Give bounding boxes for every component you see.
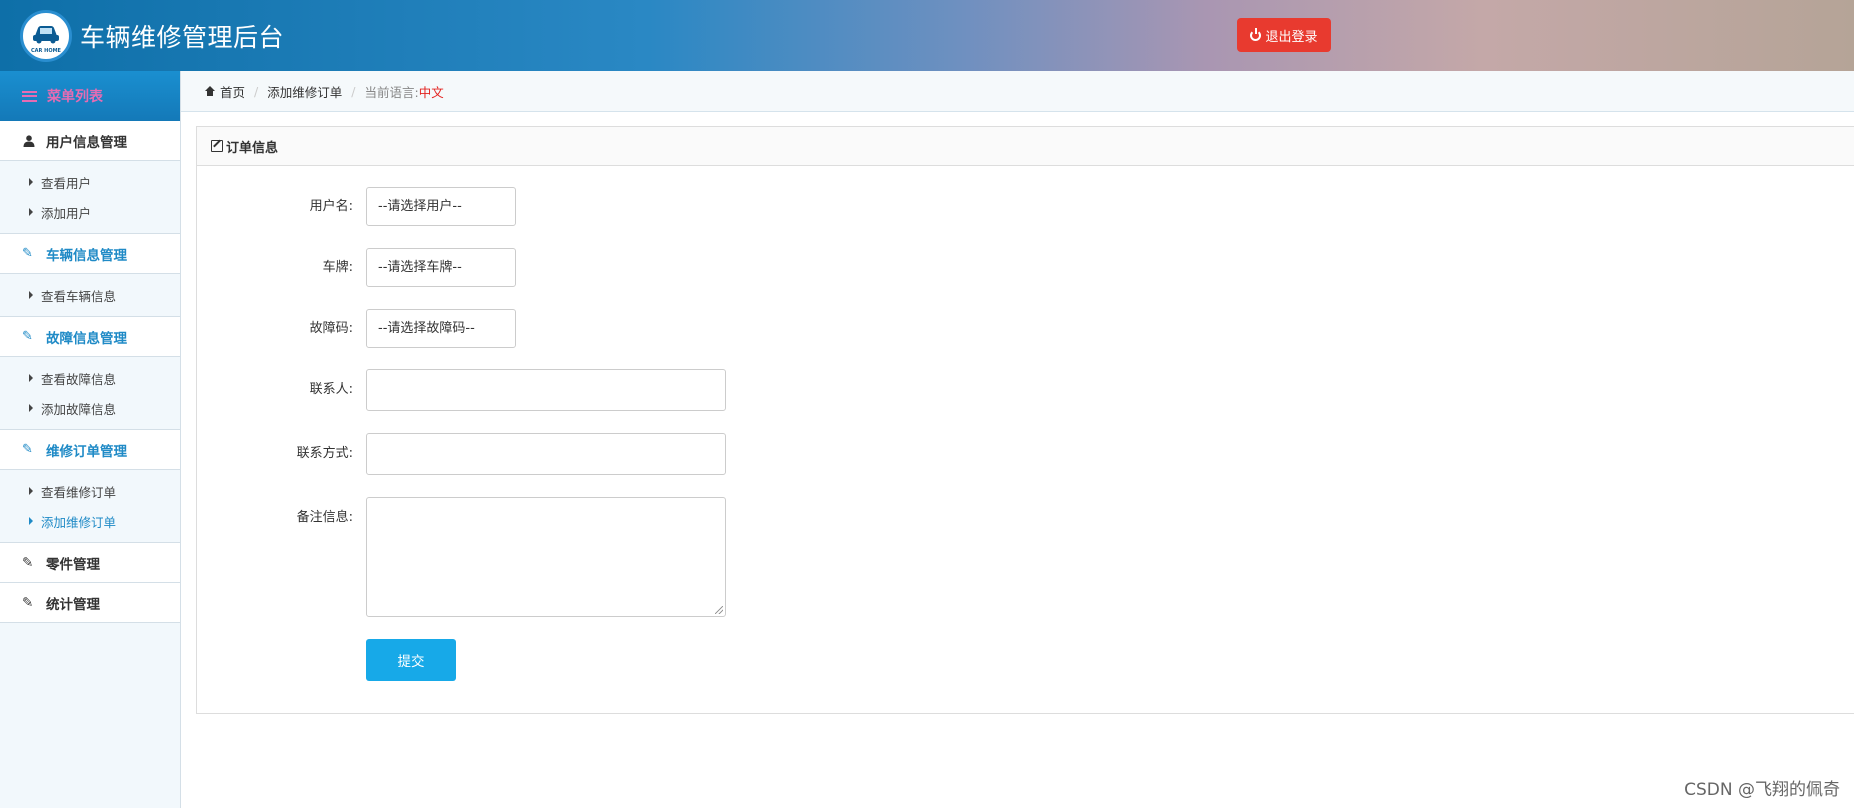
top-header: CAR HOME 车辆维修管理后台 退出登录 [0, 0, 1854, 71]
sidebar-item-label: 添加维修订单 [41, 514, 117, 530]
sidebar-item-add-fault[interactable]: 添加故障信息 [0, 393, 180, 423]
breadcrumb-current: 添加维修订单 [267, 84, 343, 100]
watermark: CSDN @飞翔的佩奇 [1684, 780, 1840, 800]
username-select[interactable]: --请选择用户-- [366, 187, 516, 226]
caret-right-icon [29, 178, 33, 186]
caret-right-icon [29, 208, 33, 216]
caret-right-icon [29, 291, 33, 299]
menu-group-title-users[interactable]: 用户信息管理 [0, 121, 180, 161]
app-logo: CAR HOME [20, 10, 72, 62]
menu-group-faults: ✎ 故障信息管理 查看故障信息 添加故障信息 [0, 317, 180, 430]
panel-header: 订单信息 [197, 127, 1854, 166]
phone-label: 联系方式: [296, 446, 353, 461]
logout-label: 退出登录 [1265, 29, 1318, 45]
user-icon [23, 134, 35, 147]
menu-group-label: 用户信息管理 [46, 134, 127, 151]
power-icon [1250, 27, 1262, 41]
sidebar-item-view-vehicles[interactable]: 查看车辆信息 [0, 280, 180, 310]
plate-select[interactable]: --请选择车牌-- [366, 248, 516, 287]
sidebar-item-add-order[interactable]: 添加维修订单 [0, 506, 180, 536]
edit-icon: ✎ [22, 329, 33, 344]
sidebar-item-label: 统计管理 [46, 596, 100, 613]
phone-input[interactable] [366, 433, 726, 475]
plate-label: 车牌: [322, 260, 353, 275]
edit-icon: ✎ [22, 594, 34, 611]
menu-group-label: 维修订单管理 [46, 443, 127, 460]
menu-group-orders: ✎ 维修订单管理 查看维修订单 添加维修订单 [0, 430, 180, 543]
remark-label: 备注信息: [296, 510, 353, 525]
breadcrumb-separator: / [351, 83, 356, 99]
breadcrumb-home-link[interactable]: 首页 [220, 82, 245, 101]
menu-group-title-faults[interactable]: ✎ 故障信息管理 [0, 317, 180, 357]
menu-group-users: 用户信息管理 查看用户 添加用户 [0, 121, 180, 234]
language-label: 当前语言: [364, 84, 419, 100]
menu-group-title-vehicles[interactable]: ✎ 车辆信息管理 [0, 234, 180, 274]
home-icon [205, 86, 215, 96]
menu-group-vehicles: ✎ 车辆信息管理 查看车辆信息 [0, 234, 180, 317]
caret-right-icon [29, 404, 33, 412]
edit-icon: ✎ [22, 442, 33, 457]
submit-button[interactable]: 提交 [366, 639, 456, 681]
menu-list-header: 菜单列表 [0, 71, 180, 121]
edit-icon [211, 140, 223, 152]
sidebar-item-view-orders[interactable]: 查看维修订单 [0, 476, 180, 506]
order-info-panel: 订单信息 用户名: --请选择用户-- 车牌: --请选择车牌-- 故障码: -… [196, 126, 1854, 714]
caret-right-icon [29, 487, 33, 495]
panel-title: 订单信息 [226, 140, 279, 156]
logout-button[interactable]: 退出登录 [1237, 18, 1331, 52]
sidebar: 菜单列表 用户信息管理 查看用户 添加用户 ✎ 车辆信息管理 查看车辆信息 ✎ … [0, 71, 181, 808]
sidebar-item-view-faults[interactable]: 查看故障信息 [0, 363, 180, 393]
logo-text: CAR HOME [31, 48, 61, 54]
breadcrumb-separator: / [254, 83, 259, 99]
sidebar-item-parts[interactable]: ✎ 零件管理 [0, 543, 180, 583]
sidebar-item-label: 查看故障信息 [41, 371, 117, 387]
username-label: 用户名: [309, 199, 353, 214]
fault-code-select[interactable]: --请选择故障码-- [366, 309, 516, 348]
sidebar-item-view-users[interactable]: 查看用户 [0, 167, 180, 197]
sidebar-item-label: 添加用户 [41, 205, 92, 221]
sidebar-item-add-user[interactable]: 添加用户 [0, 197, 180, 227]
sidebar-item-label: 查看维修订单 [41, 484, 117, 500]
resize-handle[interactable] [715, 606, 723, 614]
menu-group-title-orders[interactable]: ✎ 维修订单管理 [0, 430, 180, 470]
edit-icon: ✎ [22, 554, 34, 571]
menu-title: 菜单列表 [47, 89, 103, 105]
caret-right-icon [29, 517, 33, 525]
sidebar-item-label: 查看用户 [41, 175, 92, 191]
sidebar-item-statistics[interactable]: ✎ 统计管理 [0, 583, 180, 623]
language-value[interactable]: 中文 [419, 82, 444, 101]
list-icon [22, 90, 37, 102]
caret-right-icon [29, 374, 33, 382]
car-icon [33, 26, 59, 44]
menu-group-label: 故障信息管理 [46, 330, 127, 347]
edit-icon: ✎ [22, 246, 33, 261]
contact-input[interactable] [366, 369, 726, 411]
app-title: 车辆维修管理后台 [80, 23, 285, 52]
breadcrumb: 首页 / 添加维修订单 / 当前语言: 中文 [181, 71, 1854, 112]
sidebar-item-label: 查看车辆信息 [41, 288, 117, 304]
menu-group-label: 车辆信息管理 [46, 247, 127, 264]
remark-textarea[interactable] [366, 497, 726, 617]
contact-label: 联系人: [309, 382, 353, 397]
fault-code-label: 故障码: [309, 321, 353, 336]
sidebar-item-label: 添加故障信息 [41, 401, 117, 417]
sidebar-item-label: 零件管理 [46, 556, 100, 573]
